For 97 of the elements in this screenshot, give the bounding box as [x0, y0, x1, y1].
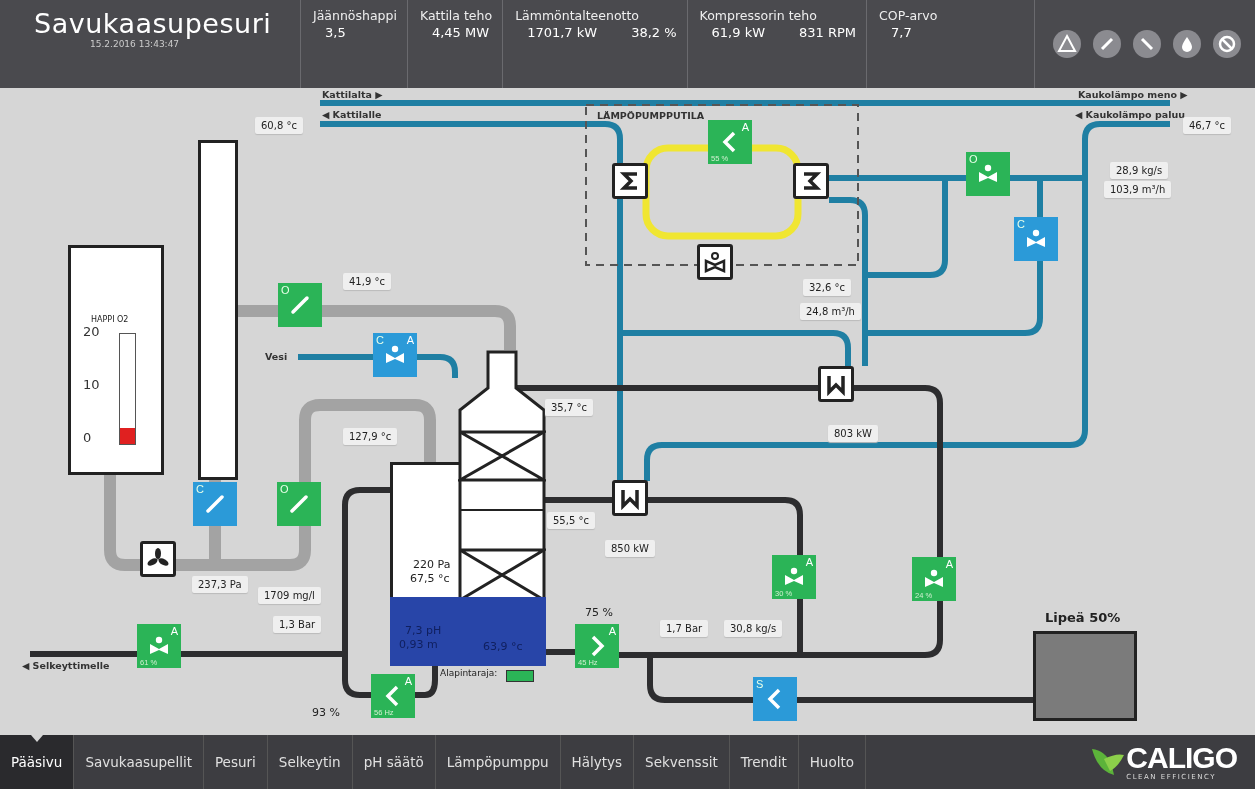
value-text: 75 % [585, 606, 613, 619]
reading-label: 28,9 kg/s [1110, 162, 1169, 179]
nav-tab[interactable]: Savukaasupellit [74, 735, 204, 789]
nav-tab[interactable]: Pesuri [203, 735, 268, 789]
no-entry-icon[interactable] [1213, 30, 1241, 58]
reading-label: 60,8 °c [255, 117, 303, 134]
pipe-label: Kattilalta ▶ [322, 89, 383, 100]
low-level-label: Alapintaraja: [440, 668, 498, 678]
pipe-label: LÄMPÖPUMPPUTILA [597, 110, 705, 121]
nav-tab[interactable]: Sekvenssit [634, 735, 730, 789]
valve-icon [703, 250, 727, 274]
scale-tick: 0 [83, 430, 92, 445]
reading-label: 1,3 Bar [273, 616, 322, 633]
valve-tile[interactable]: O [966, 152, 1010, 196]
drop-icon[interactable] [1173, 30, 1201, 58]
indicator-icon [30, 735, 43, 742]
metric-label: Kompressorin teho [699, 8, 818, 23]
metric-label: Kattila teho [419, 8, 493, 23]
metric-value: 7,7 [890, 25, 912, 40]
mode-letter: S [756, 678, 764, 690]
metric-label: Jäännöshappi [313, 8, 397, 23]
value-text: 93 % [312, 706, 340, 719]
valve-tile[interactable]: C [1014, 217, 1058, 261]
warning-icon[interactable] [1053, 30, 1081, 58]
reading-label: 35,7 °c [545, 399, 593, 416]
mode-letter: O [281, 284, 290, 296]
pipe-label: ◀ Kattilalle [322, 109, 382, 120]
auto-letter: A [404, 675, 412, 687]
nav-tab[interactable]: Hälytys [560, 735, 635, 789]
reading-label: 24,8 m³/h [800, 303, 861, 320]
damper-icon [287, 492, 311, 516]
valve-tile[interactable]: O [277, 482, 321, 526]
reading-label: 237,3 Pa [192, 576, 248, 593]
pipe-label: Kaukolämpo meno ▶ [1078, 89, 1188, 100]
mode-letter: C [1017, 218, 1025, 230]
auto-letter: A [170, 625, 178, 637]
mode-letter: C [196, 483, 204, 495]
pipe-label: ◀ Selkeyttimelle [22, 660, 110, 671]
reading-label: 850 kW [605, 540, 655, 557]
value-text: 220 Pa [413, 558, 451, 571]
metric-value: 3,5 [324, 25, 346, 40]
reading-label: 103,9 m³/h [1104, 181, 1172, 198]
valve-tile[interactable]: S [753, 677, 797, 721]
auto-letter: A [608, 625, 616, 637]
mode-letter: O [280, 483, 289, 495]
mode-letter: O [969, 153, 978, 165]
pipe-label: ◀ Kaukolämpo paluu [1075, 109, 1185, 120]
metric-value: 1701,7 kW [526, 25, 598, 40]
gauge-label: HAPPI O2 [91, 315, 129, 324]
tank-label: Lipeä 50% [1045, 610, 1121, 625]
metric-label: COP-arvo [879, 8, 938, 23]
reading-label: 30,8 kg/s [724, 620, 783, 637]
equipment-symbol[interactable] [612, 480, 648, 516]
valve-tile[interactable]: O [278, 283, 322, 327]
equipment-symbol[interactable] [140, 541, 176, 577]
metric-value: 38,2 % [630, 25, 677, 40]
equipment-symbol[interactable] [793, 163, 829, 199]
metric-value: 61,9 kW [710, 25, 766, 40]
value-text: 0,93 m [399, 638, 438, 651]
page-title: Savukaasupesuri [34, 8, 273, 39]
reading-label: 1,7 Bar [660, 620, 709, 637]
equipment-symbol[interactable] [818, 366, 854, 402]
equipment-symbol[interactable] [612, 163, 648, 199]
metric-label: Lämmöntalteenotto [515, 8, 640, 23]
value-text: 63,9 °c [483, 640, 523, 653]
equipment-symbol[interactable] [697, 244, 733, 280]
auto-letter: A [406, 334, 414, 346]
valve-tile[interactable]: C A [373, 333, 417, 377]
reading-label: 1709 mg/l [258, 587, 321, 604]
reading-label: 46,7 °c [1183, 117, 1231, 134]
value-text: 67,5 °c [410, 572, 450, 585]
reading-label: 127,9 °c [343, 428, 398, 445]
nav-tab[interactable]: Pääsivu [0, 735, 75, 789]
auto-letter: A [945, 558, 953, 570]
nav-tab[interactable]: Selkeytin [267, 735, 353, 789]
nav-tab[interactable]: Huolto [798, 735, 866, 789]
nav-tab[interactable]: Lämpöpumppu [435, 735, 561, 789]
reading-label: 41,9 °c [343, 273, 391, 290]
mode-letter: C [376, 334, 384, 346]
reading-label: 803 kW [828, 425, 878, 442]
nav-tab[interactable]: Trendit [729, 735, 799, 789]
nav-tab[interactable]: pH säätö [352, 735, 436, 789]
valve-tile[interactable]: C [193, 482, 237, 526]
metric-value: 4,45 MW [430, 25, 490, 40]
pipe-label: Vesi [265, 351, 288, 362]
auto-letter: A [805, 556, 813, 568]
reading-label: 32,6 °c [803, 279, 851, 296]
scale-tick: 10 [83, 377, 100, 392]
auto-letter: A [741, 121, 749, 133]
damper-icon [203, 492, 227, 516]
scale-tick: 20 [83, 324, 100, 339]
damper-icon [288, 293, 312, 317]
timestamp: 15.2.2016 13:43:47 [90, 39, 180, 49]
metric-value: 831 RPM [798, 25, 857, 40]
logo-text: CALIGO [1126, 743, 1237, 773]
reading-label: 55,5 °c [547, 512, 595, 529]
value-text: 7,3 pH [405, 624, 442, 637]
